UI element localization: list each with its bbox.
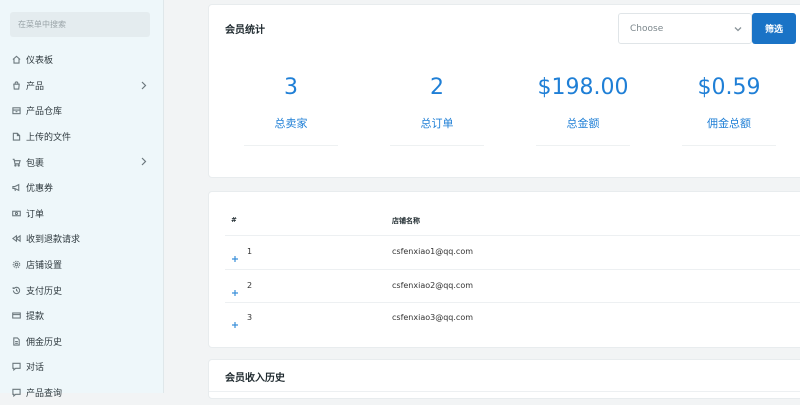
expand-plus-icon[interactable] — [231, 248, 239, 262]
sidebar-item-label: 产品 — [26, 81, 45, 92]
sidebar-item-label: 收到退款请求 — [26, 235, 81, 246]
sidebar-item-dashboard[interactable]: 仪表板 — [0, 47, 164, 73]
cog-icon — [12, 260, 21, 269]
chevron-down-icon — [734, 25, 742, 33]
divider — [536, 145, 630, 146]
sidebar-item-product-warehouse[interactable]: 产品仓库 — [0, 98, 164, 124]
menu-search-input[interactable] — [10, 12, 150, 37]
stat-total-amount: $198.00 总金额 — [518, 73, 648, 146]
column-header-number: # — [231, 216, 237, 224]
folder-icon — [12, 132, 21, 141]
stat-value: 3 — [284, 75, 298, 100]
stat-label: 总卖家 — [274, 117, 308, 130]
home-icon — [12, 55, 21, 64]
chevron-right-icon — [140, 157, 147, 166]
stat-label: 总金额 — [566, 117, 600, 130]
divider — [244, 145, 338, 146]
cart-icon — [12, 158, 21, 167]
megaphone-icon — [12, 183, 21, 192]
sidebar-item-label: 仪表板 — [26, 56, 54, 67]
table-row: 2 csfenxiao2@qq.com — [225, 270, 800, 303]
shopping-bag-icon — [12, 81, 21, 90]
stat-total-orders: 2 总订单 — [372, 73, 502, 146]
divider — [390, 145, 484, 146]
expand-plus-icon[interactable] — [231, 282, 239, 296]
period-select[interactable]: Choose — [618, 13, 752, 44]
divider — [209, 391, 800, 392]
sidebar-item-conversations[interactable]: 对话 — [0, 354, 164, 380]
sidebar-item-label: 优惠券 — [26, 184, 54, 195]
chevron-right-icon — [140, 81, 147, 90]
file-icon — [12, 337, 21, 346]
sidebar-item-products[interactable]: 产品 — [0, 73, 164, 99]
sidebar-item-label: 产品仓库 — [26, 107, 63, 118]
history-icon — [12, 286, 21, 295]
sidebar-item-label: 支付历史 — [26, 286, 63, 297]
sidebar-item-uploaded-files[interactable]: 上传的文件 — [0, 124, 164, 150]
shops-table-card: # 店铺名称 1 csfenxiao1@qq.com 2 csfenxiao2@… — [208, 191, 800, 348]
stat-value: $0.59 — [697, 75, 761, 100]
column-header-shop-name: 店铺名称 — [392, 217, 420, 225]
money-icon — [12, 209, 21, 218]
card-icon — [12, 311, 21, 320]
income-history-card: 会员收入历史 — [208, 359, 800, 399]
stat-label: 佣金总额 — [707, 117, 751, 130]
sidebar-item-coupons[interactable]: 优惠券 — [0, 175, 164, 201]
archive-icon — [12, 106, 21, 115]
sidebar-item-packages[interactable]: 包裹 — [0, 149, 164, 175]
sidebar-item-product-queries[interactable]: 产品查询 — [0, 380, 164, 405]
stat-total-commission: $0.59 佣金总额 — [664, 73, 794, 146]
sidebar-item-commission-history[interactable]: 佣金历史 — [0, 329, 164, 355]
select-value: Choose — [630, 23, 664, 34]
sidebar-item-label: 提款 — [26, 312, 45, 323]
filter-button[interactable]: 筛选 — [752, 13, 796, 44]
sidebar-item-refund-requests[interactable]: 收到退款请求 — [0, 226, 164, 252]
stat-label: 总订单 — [420, 117, 454, 130]
sidebar: 仪表板 产品 产品仓库 上传的文件 包裹 优惠券 订单 — [0, 0, 164, 399]
sidebar-item-label: 佣金历史 — [26, 337, 63, 348]
sidebar-item-label: 上传的文件 — [26, 133, 72, 144]
main-content: 会员统计 Choose 筛选 3 总卖家 2 总订单 $198.00 总金额 $… — [164, 0, 800, 399]
member-stats-card: 会员统计 Choose 筛选 3 总卖家 2 总订单 $198.00 总金额 $… — [208, 4, 800, 178]
sidebar-item-label: 包裹 — [26, 158, 45, 169]
divider — [682, 145, 776, 146]
sidebar-item-label: 对话 — [26, 363, 45, 374]
sidebar-item-payment-history[interactable]: 支付历史 — [0, 277, 164, 303]
table-row: 1 csfenxiao1@qq.com — [225, 236, 800, 269]
sidebar-item-label: 店铺设置 — [26, 261, 63, 272]
sidebar-item-label: 订单 — [26, 209, 45, 220]
sidebar-nav: 仪表板 产品 产品仓库 上传的文件 包裹 优惠券 订单 收到退款请求 店铺设置 … — [0, 47, 164, 405]
stat-total-sellers: 3 总卖家 — [226, 73, 356, 146]
sidebar-item-orders[interactable]: 订单 — [0, 201, 164, 227]
sidebar-item-shop-settings[interactable]: 店铺设置 — [0, 252, 164, 278]
shop-email: csfenxiao1@qq.com — [392, 247, 474, 256]
sidebar-item-withdrawals[interactable]: 提款 — [0, 303, 164, 329]
stat-value: $198.00 — [537, 75, 629, 100]
table-row: 3 csfenxiao3@qq.com — [225, 302, 800, 335]
card-title: 会员收入历史 — [225, 373, 285, 384]
backward-icon — [12, 234, 21, 243]
stat-value: 2 — [430, 75, 444, 100]
chat-icon — [12, 362, 21, 372]
card-title: 会员统计 — [225, 25, 265, 36]
row-number: 1 — [247, 247, 253, 256]
row-number: 3 — [247, 313, 253, 322]
row-number: 2 — [247, 281, 253, 290]
shop-email: csfenxiao2@qq.com — [392, 281, 474, 290]
expand-plus-icon[interactable] — [231, 314, 239, 328]
shop-email: csfenxiao3@qq.com — [392, 313, 474, 322]
